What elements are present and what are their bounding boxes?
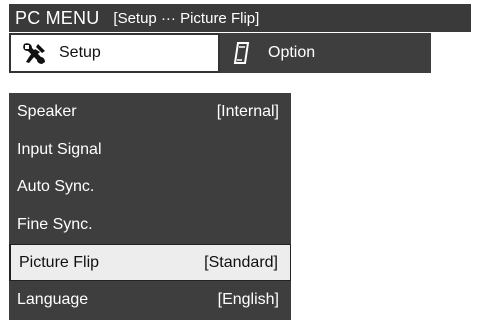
menu-item-fine-sync[interactable]: Fine Sync. — [9, 206, 291, 244]
menu-title-bar: PC MENU [Setup ··· Picture Flip] — [9, 4, 471, 32]
tab-setup-label: Setup — [59, 44, 101, 61]
menu-item-input-signal[interactable]: Input Signal — [9, 131, 291, 169]
setup-menu: Speaker [Internal] Input Signal Auto Syn… — [9, 93, 291, 320]
menu-item-label: Auto Sync. — [17, 178, 95, 196]
menu-item-label: Picture Flip — [19, 253, 100, 271]
menu-item-value: [English] — [217, 291, 279, 309]
breadcrumb: [Setup ··· Picture Flip] — [113, 9, 260, 27]
wrench-icon — [21, 41, 47, 65]
menu-item-label: Input Signal — [17, 140, 102, 158]
tab-spacer — [431, 33, 471, 73]
option-icon — [230, 41, 256, 65]
menu-item-label: Fine Sync. — [17, 215, 93, 233]
menu-item-label: Language — [17, 291, 89, 309]
menu-item-language[interactable]: Language [English] — [9, 281, 291, 319]
menu-item-value: [Internal] — [216, 102, 279, 120]
menu-item-value: [Standard] — [204, 253, 278, 271]
menu-item-label: Speaker — [17, 102, 77, 120]
menu-item-picture-flip[interactable]: Picture Flip [Standard] — [9, 243, 291, 282]
tab-setup[interactable]: Setup — [9, 33, 220, 73]
menu-title: PC MENU — [15, 7, 100, 28]
menu-tabs: Setup Option — [9, 33, 471, 73]
tab-option[interactable]: Option — [220, 33, 431, 73]
menu-item-auto-sync[interactable]: Auto Sync. — [9, 168, 291, 206]
tab-option-label: Option — [268, 44, 316, 61]
menu-item-speaker[interactable]: Speaker [Internal] — [9, 93, 291, 131]
